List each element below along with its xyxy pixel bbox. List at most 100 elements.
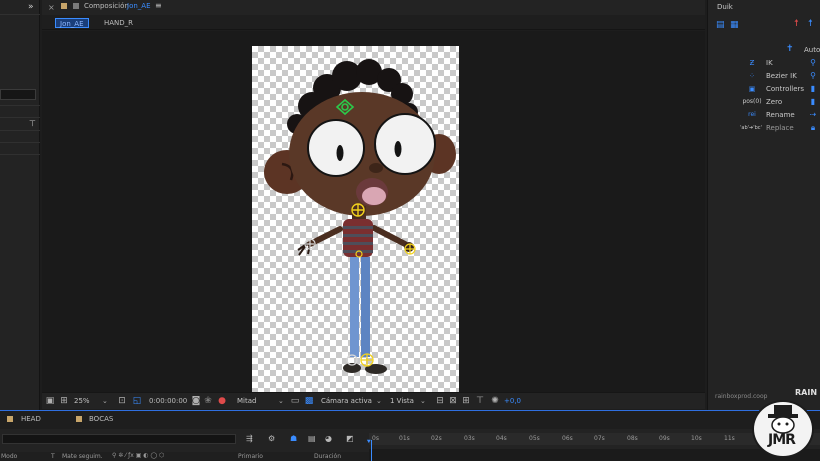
resolution-dropdown[interactable]: Mitad	[237, 396, 256, 407]
tab-hand-r[interactable]: HAND_R	[100, 18, 137, 28]
duik-row-controllers[interactable]: ▣ Controllers ▮	[708, 83, 820, 95]
flowchart-icon[interactable]: ⊤	[475, 396, 485, 406]
composition-icon	[73, 3, 79, 9]
duik-row-replace[interactable]: 'ab'➔'bc' Replace 🔒︎	[708, 122, 820, 134]
zoom-dropdown-arrow[interactable]: ⌄	[102, 396, 108, 407]
ruler-tick-7: 07s	[594, 435, 605, 442]
project-search-field[interactable]	[0, 89, 36, 100]
exposure-value[interactable]: +0,0	[504, 396, 521, 407]
tab-jon-ae[interactable]: Jon_AE	[55, 18, 89, 28]
frame-blending-icon[interactable]: ▤	[308, 434, 316, 443]
ruler-tick-5: 05s	[529, 435, 540, 442]
transparency-grid-icon[interactable]: ▩	[304, 396, 314, 406]
duik-panel: Duik ▤ ▦ ☨ ☨ ✝ Auto- Ƶ IK ⚲ ⁘ Bezier IK …	[707, 0, 820, 410]
safe-margins-icon[interactable]: ⊡	[117, 396, 127, 406]
panel-menu-icon[interactable]: ≡	[155, 1, 162, 10]
view-layout-dropdown[interactable]: 1 Vista	[390, 396, 414, 407]
comp-flowchart-icon[interactable]: ⇶	[246, 434, 253, 443]
layer-search-field[interactable]	[2, 434, 236, 444]
replace-extra-icon[interactable]: 🔒︎	[807, 122, 819, 134]
draft-3d-icon[interactable]: ⚙	[268, 434, 275, 443]
close-tab-icon[interactable]: ×	[48, 3, 55, 12]
left-hand-controller-icon	[304, 238, 316, 250]
duik-auto-label[interactable]: Auto-	[804, 46, 820, 54]
switch-icons[interactable]: ⚲ ✲ ⁄ ƒx ▣ ◐ ◯ ⬡	[112, 452, 164, 459]
mask-visibility-icon[interactable]: ◱	[132, 396, 142, 406]
channel-icon[interactable]: ●	[217, 396, 227, 406]
col-t[interactable]: T	[51, 453, 55, 460]
tongue-shape	[362, 187, 386, 205]
flowchart-icon[interactable]: ⊤	[29, 119, 36, 128]
left-eye-shape	[307, 119, 365, 177]
current-time[interactable]: 0:00:00:00	[149, 396, 187, 407]
lock-icon[interactable]	[61, 3, 67, 9]
camera-dropdown[interactable]: Cámara activa	[321, 396, 372, 407]
tab-head[interactable]: HEAD	[21, 415, 41, 423]
toggle-pixel-aspect-icon[interactable]: ⊟	[435, 396, 445, 406]
ruler-tick-11: 11s	[724, 435, 735, 442]
col-track-matte[interactable]: Mate seguim.	[62, 453, 103, 460]
reset-exposure-icon[interactable]: ✺	[490, 396, 500, 406]
ik-extra-icon[interactable]: ⚲	[807, 57, 819, 69]
replace-label: Replace	[766, 124, 794, 132]
right-hand-controller-icon	[404, 243, 416, 255]
show-snapshot-icon[interactable]: ❀	[203, 396, 213, 406]
duik-row-rename[interactable]: rei Rename ⇢	[708, 109, 820, 121]
controllers-extra-icon[interactable]: ▮	[807, 83, 819, 95]
duik-row-zero[interactable]: pos(0) Zero ▮	[708, 96, 820, 108]
bezier-ik-extra-icon[interactable]: ⚲	[807, 70, 819, 82]
rename-extra-icon[interactable]: ⇢	[807, 109, 819, 121]
character-rig[interactable]	[252, 46, 459, 392]
duik-title: Duik	[717, 3, 733, 11]
duik-footer-link[interactable]: rainboxprod.coop	[715, 393, 767, 400]
right-pupil-shape	[394, 141, 402, 157]
right-eye-shape	[374, 113, 436, 175]
always-preview-icon[interactable]: ▣	[45, 396, 55, 406]
graph-editor-icon[interactable]: ◩	[346, 434, 354, 443]
duik-list-icon[interactable]: ▤	[716, 20, 725, 30]
col-duration[interactable]: Duración	[314, 453, 341, 460]
fast-preview-icon[interactable]: ⊠	[448, 396, 458, 406]
duik-row-ik[interactable]: Ƶ IK ⚲	[708, 57, 820, 69]
region-of-interest-icon[interactable]: ▭	[290, 396, 300, 406]
duik-grid-icon[interactable]: ▦	[730, 20, 739, 30]
duik-row-bezier-ik[interactable]: ⁘ Bezier IK ⚲	[708, 70, 820, 82]
work-area-bar[interactable]	[369, 449, 820, 461]
tab-bocas[interactable]: BOCAS	[89, 415, 113, 423]
composition-panel-header: × Composición Jon_AE ≡	[42, 0, 705, 15]
col-parent[interactable]: Primario	[238, 453, 263, 460]
rename-label: Rename	[766, 111, 795, 119]
panel-expand-icon[interactable]: »	[28, 2, 34, 12]
col-mode[interactable]: Modo	[1, 453, 17, 460]
zero-extra-icon[interactable]: ▮	[807, 96, 819, 108]
snapshot-icon[interactable]: ◙	[191, 396, 201, 406]
duik-character-alt-icon[interactable]: ☨	[808, 19, 813, 29]
playhead-marker-icon[interactable]: ⯆	[366, 438, 372, 447]
timeline-tab-icon-2	[76, 416, 82, 422]
timeline-tabs: HEAD BOCAS	[0, 410, 820, 429]
neck-controller-icon	[351, 203, 365, 217]
watermark-logo: JMR	[752, 400, 814, 458]
fit-icon[interactable]: ⊞	[59, 396, 69, 406]
timeline-column-headers: Modo T Mate seguim. ⚲ ✲ ⁄ ƒx ▣ ◐ ◯ ⬡ Pri…	[0, 452, 369, 461]
timeline-tab-icon	[7, 416, 13, 422]
comp-name-link[interactable]: Jon_AE	[127, 2, 151, 10]
composition-tabs: Jon_AE HAND_R	[42, 15, 705, 30]
duik-auto-rig-icon[interactable]: ✝	[786, 44, 794, 54]
ruler-tick-3: 03s	[464, 435, 475, 442]
timeline-icon[interactable]: ⊞	[461, 396, 471, 406]
view-layout-dropdown-arrow[interactable]: ⌄	[420, 396, 426, 407]
bezier-ik-label: Bezier IK	[766, 72, 797, 80]
camera-dropdown-arrow[interactable]: ⌄	[376, 396, 382, 407]
ruler-tick-10: 10s	[691, 435, 702, 442]
motion-blur-icon[interactable]: ◕	[325, 434, 332, 443]
ruler-tick-0: 0s	[372, 435, 379, 442]
project-panel: » ⊤	[0, 0, 40, 410]
left-pupil-shape	[336, 145, 344, 161]
composition-canvas[interactable]	[252, 46, 459, 392]
hide-shy-layers-icon[interactable]: ☗	[290, 434, 297, 443]
resolution-dropdown-arrow[interactable]: ⌄	[278, 396, 284, 407]
duik-character-icon[interactable]: ☨	[794, 19, 799, 29]
bezier-ik-icon: ⁘	[749, 72, 755, 80]
ruler-tick-2: 02s	[431, 435, 442, 442]
